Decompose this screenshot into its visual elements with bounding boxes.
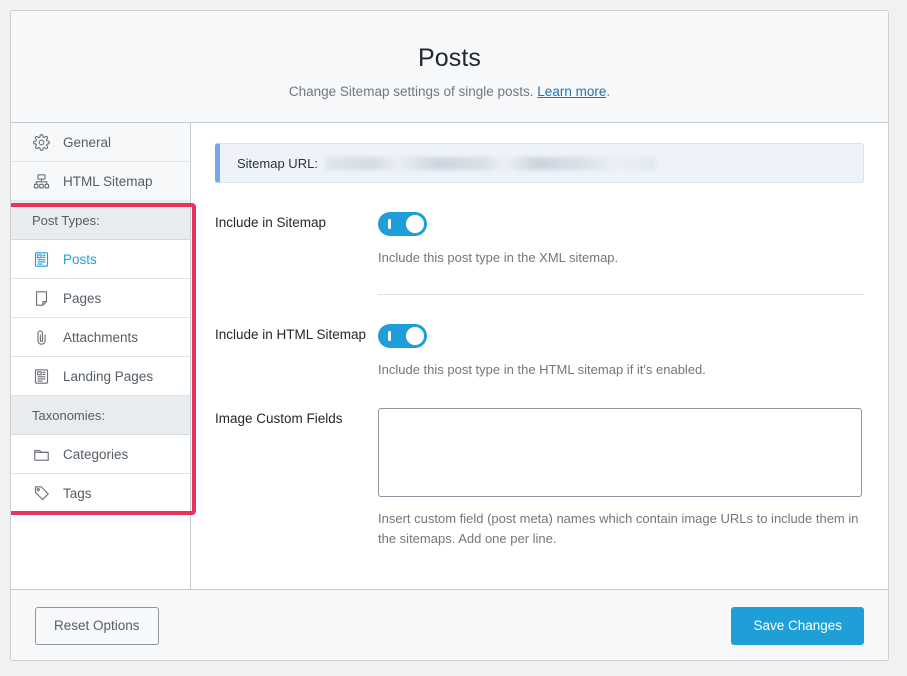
- sidebar-group-taxonomies: Taxonomies:: [11, 396, 190, 435]
- reset-options-button[interactable]: Reset Options: [35, 606, 159, 645]
- page-subtitle: Change Sitemap settings of single posts.…: [11, 84, 888, 99]
- include-in-sitemap-label: Include in Sitemap: [215, 215, 327, 230]
- toggle-bar: [388, 219, 391, 229]
- sidebar-item-label: Landing Pages: [63, 368, 154, 384]
- sidebar-item-label: Posts: [63, 251, 97, 267]
- page-subtitle-tail: .: [606, 83, 611, 99]
- toggle-knob: [406, 326, 424, 345]
- settings-card: Posts Change Sitemap settings of single …: [10, 10, 889, 661]
- sidebar-item-landing-pages[interactable]: Landing Pages: [11, 357, 190, 396]
- card-header: Posts Change Sitemap settings of single …: [11, 11, 888, 123]
- sitemap-url-label: Sitemap URL:: [237, 155, 318, 171]
- sidebar-item-html-sitemap[interactable]: HTML Sitemap: [11, 162, 190, 201]
- sidebar-item-label: Categories: [63, 446, 129, 462]
- sidebar-item-label: Pages: [63, 290, 102, 306]
- sidebar-item-attachments[interactable]: Attachments: [11, 318, 190, 357]
- sidebar: General HTML Sitemap Post Types: Posts P…: [11, 123, 196, 589]
- sidebar-item-general[interactable]: General: [11, 123, 190, 162]
- sidebar-item-categories[interactable]: Categories: [11, 435, 190, 474]
- sidebar-item-posts[interactable]: Posts: [11, 240, 190, 279]
- sidebar-item-label: Tags: [63, 485, 92, 501]
- folder-icon: [32, 445, 51, 464]
- include-in-sitemap-toggle[interactable]: [378, 212, 427, 236]
- article-icon: [32, 250, 51, 269]
- include-in-html-sitemap-row: Include in HTML Sitemap Include this pos…: [215, 295, 864, 380]
- settings-panel: Sitemap URL: Include in Sitemap Include …: [191, 123, 888, 589]
- include-in-sitemap-control: Include this post type in the XML sitema…: [378, 212, 864, 268]
- sidebar-group-label: Taxonomies:: [32, 407, 105, 423]
- image-custom-fields-label: Image Custom Fields: [215, 411, 343, 426]
- toggle-knob: [406, 215, 424, 233]
- toggle-bar: [388, 330, 391, 341]
- sidebar-group-post-types: Post Types:: [11, 201, 190, 240]
- image-custom-fields-row: Image Custom Fields Insert custom field …: [215, 379, 864, 548]
- sidebar-item-label: General: [63, 134, 112, 150]
- include-in-html-sitemap-control: Include this post type in the HTML sitem…: [378, 323, 864, 380]
- paperclip-icon: [32, 328, 51, 347]
- include-in-html-sitemap-label: Include in HTML Sitemap: [215, 326, 367, 342]
- tag-icon: [32, 484, 51, 503]
- include-in-html-sitemap-help: Include this post type in the HTML sitem…: [378, 361, 706, 377]
- page-title: Posts: [417, 44, 482, 72]
- save-changes-button[interactable]: Save Changes: [731, 606, 864, 645]
- include-in-html-sitemap-toggle[interactable]: [378, 323, 427, 348]
- page-icon: [32, 289, 51, 308]
- sidebar-item-label: HTML Sitemap: [63, 173, 153, 189]
- sitemap-icon: [32, 172, 51, 191]
- image-custom-fields-input[interactable]: [378, 408, 862, 497]
- sidebar-item-label: Attachments: [63, 329, 139, 345]
- sitemap-url-notice: Sitemap URL:: [215, 143, 864, 183]
- sitemap-url-value-redacted: [325, 156, 656, 170]
- image-custom-fields-help: Insert custom field (post meta) names wh…: [378, 511, 859, 546]
- image-custom-fields-control: Insert custom field (post meta) names wh…: [378, 408, 864, 548]
- gear-icon: [32, 133, 51, 152]
- sidebar-item-pages[interactable]: Pages: [11, 279, 190, 318]
- include-in-sitemap-row: Include in Sitemap Include this post typ…: [215, 183, 864, 268]
- sidebar-item-tags[interactable]: Tags: [11, 474, 190, 513]
- article-icon: [32, 367, 51, 386]
- card-body: General HTML Sitemap Post Types: Posts P…: [11, 123, 888, 589]
- sidebar-group-label: Post Types:: [32, 212, 100, 228]
- page-subtitle-text: Change Sitemap settings of single posts.: [288, 83, 538, 99]
- learn-more-link[interactable]: Learn more: [537, 84, 606, 99]
- card-footer: Reset Options Save Changes: [11, 589, 888, 660]
- app-root: Posts Change Sitemap settings of single …: [0, 0, 907, 676]
- include-in-sitemap-help: Include this post type in the XML sitema…: [378, 250, 619, 265]
